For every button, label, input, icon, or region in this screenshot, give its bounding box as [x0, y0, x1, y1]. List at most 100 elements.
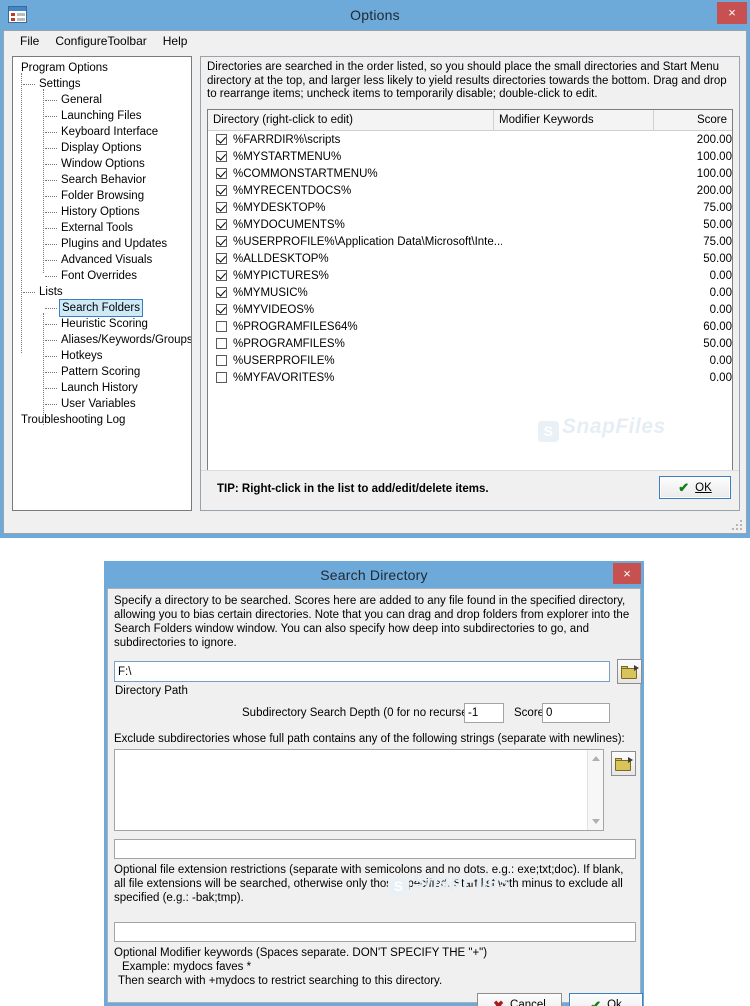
column-header-score[interactable]: Score [654, 110, 732, 130]
row-checkbox[interactable] [216, 270, 227, 281]
tree-item-pattern-scoring[interactable]: Pattern Scoring [15, 364, 189, 380]
tree-item-heuristic-scoring[interactable]: Heuristic Scoring [15, 316, 189, 332]
tree-item-troubleshooting-log[interactable]: Troubleshooting Log [15, 412, 189, 428]
resize-grip[interactable] [730, 518, 742, 530]
modifier-keywords-input[interactable] [114, 922, 636, 942]
tree-item-general[interactable]: General [15, 92, 189, 108]
row-checkbox[interactable] [216, 287, 227, 298]
ok-button[interactable]: ✔ OK [659, 476, 731, 499]
scroll-down-icon[interactable] [592, 819, 600, 824]
table-row[interactable]: %MYPICTURES% 0.00 [208, 267, 732, 284]
table-row[interactable]: %MYDESKTOP% 75.00 [208, 199, 732, 216]
table-row[interactable]: %FARRDIR%\scripts 200.00 [208, 131, 732, 148]
table-row[interactable]: %COMMONSTARTMENU% 100.00 [208, 165, 732, 182]
table-row[interactable]: %ALLDESKTOP% 50.00 [208, 250, 732, 267]
exclude-textarea-wrapper[interactable] [114, 749, 604, 831]
table-row[interactable]: %PROGRAMFILES64% 60.00 [208, 318, 732, 335]
tree-item-launch-history[interactable]: Launch History [15, 380, 189, 396]
tree-item-label: Heuristic Scoring [61, 318, 148, 330]
tree-item-user-variables[interactable]: User Variables [15, 396, 189, 412]
options-titlebar: Options × [0, 0, 750, 30]
cancel-button-label: Cancel [510, 999, 546, 1006]
exclude-scrollbar[interactable] [587, 750, 603, 830]
score-input[interactable] [542, 703, 610, 723]
modifier-help-line-3: Then search with +mydocs to restrict sea… [118, 975, 443, 987]
directory-path-input[interactable] [114, 661, 610, 682]
tree-item-history-options[interactable]: History Options [15, 204, 189, 220]
row-checkbox[interactable] [216, 253, 227, 264]
tree-item-settings[interactable]: Settings [15, 76, 189, 92]
tree-item-plugins-and-updates[interactable]: Plugins and Updates [15, 236, 189, 252]
column-header-modifier-keywords[interactable]: Modifier Keywords [494, 110, 654, 130]
tree-connector [45, 212, 57, 213]
tree-item-window-options[interactable]: Window Options [15, 156, 189, 172]
tree-item-program-options[interactable]: Program Options [15, 60, 189, 76]
column-header-directory[interactable]: Directory (right-click to edit) [208, 110, 494, 130]
row-checkbox[interactable] [216, 372, 227, 383]
cell-directory: %MYMUSIC% [233, 286, 308, 299]
row-checkbox[interactable] [216, 355, 227, 366]
tree-item-hotkeys[interactable]: Hotkeys [15, 348, 189, 364]
table-row[interactable]: %USERPROFILE% 0.00 [208, 352, 732, 369]
tree-connector [45, 276, 57, 277]
row-checkbox[interactable] [216, 304, 227, 315]
close-icon[interactable]: × [613, 563, 641, 584]
menu-item-help[interactable]: Help [155, 32, 196, 50]
scroll-up-icon[interactable] [592, 756, 600, 761]
tree-vline [43, 313, 44, 425]
directories-listview[interactable]: Directory (right-click to edit) Modifier… [207, 109, 733, 471]
tree-connector [45, 340, 57, 341]
cell-score: 75.00 [703, 235, 732, 248]
tree-item-advanced-visuals[interactable]: Advanced Visuals [15, 252, 189, 268]
tree-connector [45, 148, 57, 149]
close-icon[interactable]: × [717, 2, 747, 24]
table-row[interactable]: %MYMUSIC% 0.00 [208, 284, 732, 301]
tree-item-display-options[interactable]: Display Options [15, 140, 189, 156]
table-row[interactable]: %MYDOCUMENTS% 50.00 [208, 216, 732, 233]
file-extension-input[interactable] [114, 839, 636, 859]
tree-item-search-behavior[interactable]: Search Behavior [15, 172, 189, 188]
tree-item-aliases-keywords-groups[interactable]: Aliases/Keywords/Groups [15, 332, 191, 348]
row-checkbox[interactable] [216, 151, 227, 162]
subdirectory-depth-input[interactable] [464, 703, 504, 723]
table-row[interactable]: %USERPROFILE%\Application Data\Microsoft… [208, 233, 732, 250]
table-row[interactable]: %MYFAVORITES% 0.00 [208, 369, 732, 386]
subdirectory-depth-label: Subdirectory Search Depth (0 for no recu… [242, 707, 475, 719]
search-directory-titlebar: Search Directory × [104, 561, 644, 588]
tree-item-launching-files[interactable]: Launching Files [15, 108, 189, 124]
table-row[interactable]: %MYVIDEOS% 0.00 [208, 301, 732, 318]
tree-item-label: Search Folders [59, 299, 143, 317]
table-row[interactable]: %MYSTARTMENU% 100.00 [208, 148, 732, 165]
tree-connector [45, 228, 57, 229]
cell-directory: %MYRECENTDOCS% [233, 184, 352, 197]
tree-item-external-tools[interactable]: External Tools [15, 220, 189, 236]
row-checkbox[interactable] [216, 168, 227, 179]
table-row[interactable]: %PROGRAMFILES% 50.00 [208, 335, 732, 352]
row-checkbox[interactable] [216, 219, 227, 230]
tree-item-lists[interactable]: Lists [15, 284, 189, 300]
exclude-textarea[interactable] [115, 750, 587, 830]
row-checkbox[interactable] [216, 236, 227, 247]
tree-item-label: Troubleshooting Log [21, 414, 126, 426]
row-checkbox[interactable] [216, 338, 227, 349]
file-extension-help: Optional file extension restrictions (se… [114, 864, 624, 904]
browse-directory-button[interactable] [617, 659, 642, 684]
row-checkbox[interactable] [216, 185, 227, 196]
tree-vline [43, 89, 44, 273]
menu-item-file[interactable]: File [12, 32, 47, 50]
ok-button[interactable]: ✔ Ok [569, 993, 643, 1006]
tree-connector [23, 84, 35, 85]
tree-item-label: Font Overrides [61, 270, 138, 282]
row-checkbox[interactable] [216, 134, 227, 145]
menu-item-configuretoolbar[interactable]: ConfigureToolbar [47, 32, 154, 50]
tree-item-font-overrides[interactable]: Font Overrides [15, 268, 189, 284]
browse-exclude-button[interactable] [611, 751, 636, 776]
row-checkbox[interactable] [216, 202, 227, 213]
tree-item-keyboard-interface[interactable]: Keyboard Interface [15, 124, 189, 140]
tree-item-search-folders[interactable]: Search Folders [15, 299, 189, 317]
cancel-button[interactable]: ✖ Cancel [477, 993, 562, 1006]
settings-tree[interactable]: Program Options Settings General Launching … [12, 56, 192, 511]
tree-item-folder-browsing[interactable]: Folder Browsing [15, 188, 189, 204]
row-checkbox[interactable] [216, 321, 227, 332]
table-row[interactable]: %MYRECENTDOCS% 200.00 [208, 182, 732, 199]
